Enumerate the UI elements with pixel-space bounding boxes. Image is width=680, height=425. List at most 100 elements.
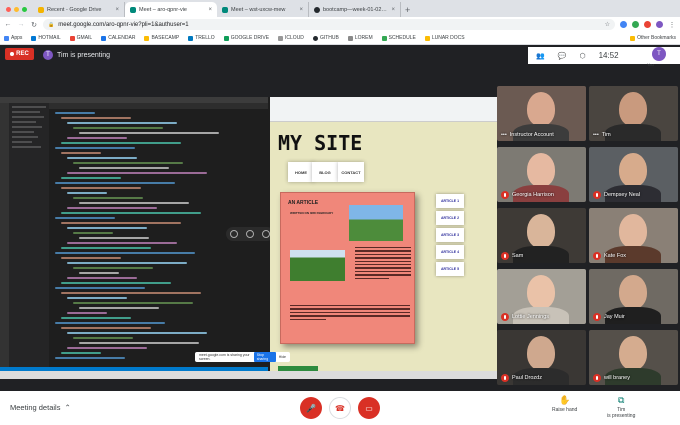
file-row <box>12 131 34 133</box>
participant-video <box>527 275 555 309</box>
article-link-1[interactable]: ARTICLE 1 <box>436 194 464 208</box>
participant-tile[interactable]: ••• Tim <box>589 86 678 141</box>
camera-off-button[interactable]: ▭ <box>358 397 380 419</box>
minimize-icon[interactable] <box>262 230 270 238</box>
participant-tile[interactable]: Georgia Harrison <box>497 147 586 202</box>
camera-icon[interactable] <box>246 230 254 238</box>
participant-tile[interactable]: Jay Muir <box>589 269 678 324</box>
nav-home[interactable]: HOME <box>288 162 314 182</box>
hide-button[interactable]: Hide <box>279 355 286 359</box>
article-link-3[interactable]: ARTICLE 3 <box>436 228 464 242</box>
article-link-4[interactable]: ARTICLE 4 <box>436 245 464 259</box>
calendar-icon <box>101 35 107 41</box>
tab-github[interactable]: bootcamp—week-01-02–htm × <box>309 2 401 17</box>
participant-tile[interactable]: Paul Drozdz <box>497 330 586 385</box>
tab-drive[interactable]: Recent - Google Drive × <box>33 2 125 17</box>
participant-name: Georgia Harrison <box>501 191 554 199</box>
participant-tile[interactable]: ••• Instructor Account <box>497 86 586 141</box>
raise-hand-button[interactable]: ✋ Raise hand <box>552 395 577 413</box>
mic-off-icon <box>593 191 601 199</box>
close-icon[interactable]: × <box>208 7 212 13</box>
code-line <box>79 342 199 344</box>
file-row <box>12 121 36 123</box>
meeting-details-button[interactable]: Meeting details ⌃ <box>10 403 71 412</box>
participant-name-label: Jay Muir <box>604 314 625 320</box>
participant-tile[interactable]: will braney <box>589 330 678 385</box>
nav-blog[interactable]: BLOG <box>312 162 338 182</box>
tab-meet-active[interactable]: Meet – aro-qpnr-vie × <box>125 2 217 17</box>
activities-icon[interactable]: ⬡ <box>579 52 585 60</box>
bookmark-basecamp[interactable]: BASECAMP <box>144 35 179 41</box>
participant-tile[interactable]: Dempsey Neal <box>589 147 678 202</box>
audio-indicator-icon: ••• <box>501 132 507 138</box>
bookmark-icloud[interactable]: ICLOUD <box>278 35 304 41</box>
screen-share-notice: meet.google.com is sharing your screen. … <box>195 352 290 362</box>
self-avatar[interactable]: T <box>652 47 666 61</box>
close-window-button[interactable] <box>6 7 11 12</box>
bookmark-label: BASECAMP <box>151 35 180 41</box>
code-line <box>79 237 149 239</box>
maximize-window-button[interactable] <box>22 7 27 12</box>
article-text <box>290 303 410 320</box>
mic-off-icon <box>593 374 601 382</box>
bookmark-google-drive[interactable]: GOOGLE DRIVE <box>223 35 269 41</box>
mic-icon[interactable] <box>230 230 238 238</box>
tab-meet-2[interactable]: Meet – wst-uxcw-mew × <box>217 2 309 17</box>
participant-tile[interactable]: Kate Fox <box>589 208 678 263</box>
bookmark-apps[interactable]: Apps <box>4 35 22 41</box>
back-icon[interactable]: ← <box>4 21 12 28</box>
code-line <box>67 192 107 194</box>
chat-icon[interactable]: 💬 <box>558 52 567 60</box>
bookmark-lorem[interactable]: LOREM <box>347 35 373 41</box>
menu-icon[interactable]: ⋮ <box>668 21 676 29</box>
file-row <box>12 141 32 143</box>
other-bookmarks[interactable]: Other Bookmarks <box>630 35 676 41</box>
editor-activity-bar <box>0 103 9 367</box>
close-icon[interactable]: × <box>391 7 395 13</box>
bookmark-hotmail[interactable]: HOTMAIL <box>31 35 61 41</box>
code-line <box>73 162 183 164</box>
extension-icon[interactable] <box>644 21 651 28</box>
bookmark-schedule[interactable]: SCHEDULE <box>381 35 416 41</box>
nav-contact[interactable]: CONTACT <box>338 162 364 182</box>
drive-icon <box>38 6 44 13</box>
participant-name-label: Sam <box>512 253 524 259</box>
participant-video <box>619 336 647 370</box>
bookmark-label: LOREM <box>354 35 373 41</box>
microphone-off-button[interactable]: 🎤 <box>300 397 322 419</box>
tab-label: Meet – aro-qpnr-vie <box>139 6 187 13</box>
bookmark-github[interactable]: GITHUB <box>312 35 339 41</box>
code-line <box>61 327 151 329</box>
profile-avatar[interactable] <box>656 21 663 28</box>
extension-icon[interactable] <box>632 21 639 28</box>
article-link-2[interactable]: ARTICLE 2 <box>436 211 464 225</box>
bookmark-lunar-docs[interactable]: LUNAR DOCS <box>424 35 465 41</box>
bookmark-gmail[interactable]: GMAIL <box>69 35 92 41</box>
star-icon[interactable]: ☆ <box>605 21 610 28</box>
code-line <box>73 302 193 304</box>
extension-icon[interactable] <box>620 21 627 28</box>
new-tab-button[interactable]: + <box>405 5 410 15</box>
participant-video <box>527 92 555 126</box>
bookmark-trello[interactable]: TRELLO <box>188 35 215 41</box>
bookmark-calendar[interactable]: CALENDAR <box>101 35 135 41</box>
participant-tile[interactable]: Lottie Jennings <box>497 269 586 324</box>
article-heading: AN ARTICLE <box>288 200 319 206</box>
participant-tile[interactable]: Sam <box>497 208 586 263</box>
people-icon[interactable]: 👥 <box>536 52 545 60</box>
close-icon[interactable]: × <box>299 7 303 13</box>
minimize-window-button[interactable] <box>14 7 19 12</box>
code-line <box>61 187 141 189</box>
forward-icon[interactable]: → <box>17 21 25 28</box>
code-line <box>61 257 121 259</box>
leave-call-button[interactable]: ☎ <box>329 397 351 419</box>
code-line <box>67 312 107 314</box>
close-icon[interactable]: × <box>115 7 119 13</box>
camera-off-icon: ▭ <box>365 403 373 413</box>
presenting-button[interactable]: ⧉ Tim is presenting <box>607 395 635 419</box>
address-bar[interactable]: 🔒 meet.google.com/aro-qpnr-vie?pli=1&aut… <box>43 19 615 30</box>
article-link-5[interactable]: ARTICLE 5 <box>436 262 464 276</box>
reload-icon[interactable]: ↻ <box>30 21 38 29</box>
meadow-image <box>290 250 345 281</box>
stop-sharing-button[interactable]: Stop sharing <box>253 352 276 362</box>
